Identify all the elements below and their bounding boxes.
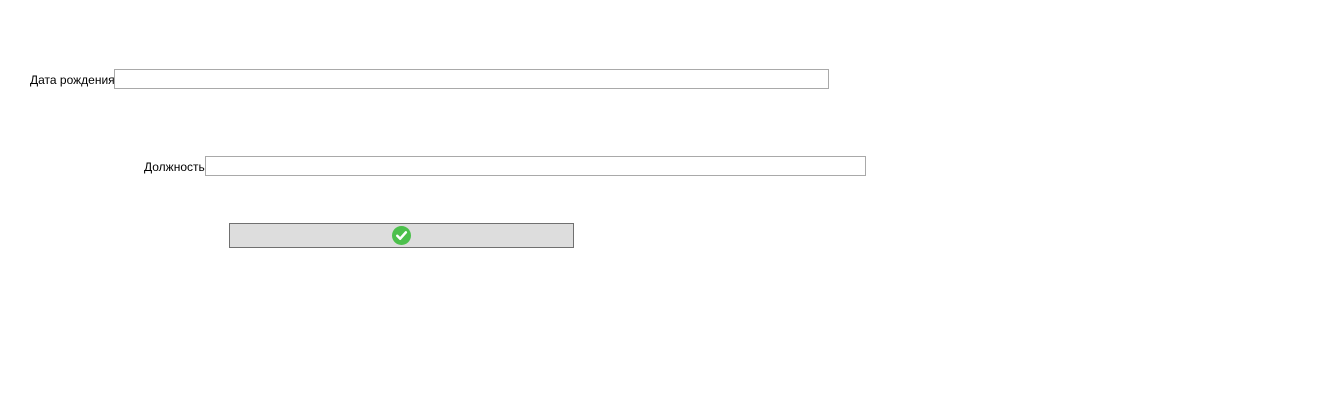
check-icon [392,226,411,245]
birth-date-input[interactable] [114,69,829,89]
confirm-button[interactable] [229,223,574,248]
birth-date-label: Дата рождения [30,73,115,87]
position-label: Должность [144,160,205,174]
position-input[interactable] [205,156,866,176]
